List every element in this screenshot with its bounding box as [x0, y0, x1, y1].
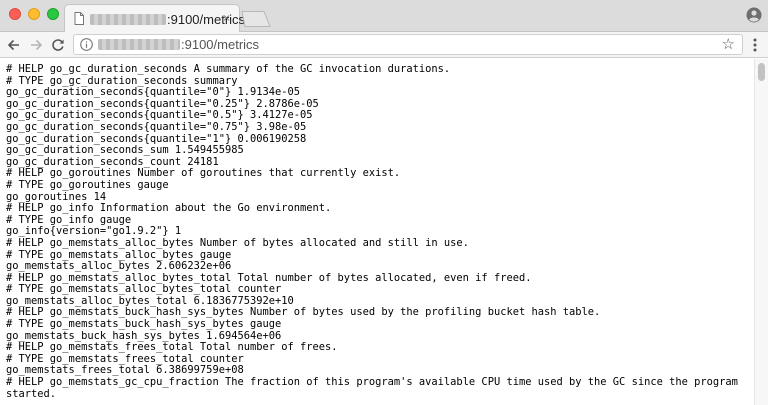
- tab-close-button[interactable]: ×: [223, 11, 230, 25]
- reload-icon[interactable]: [50, 37, 66, 53]
- kebab-menu-icon[interactable]: [748, 37, 762, 53]
- arrow-right-icon[interactable]: [28, 37, 44, 53]
- tab-title: :9100/metrics: [90, 12, 245, 27]
- arrow-left-icon[interactable]: [6, 37, 22, 53]
- metric-type-line: # TYPE go_memstats_buck_hash_sys_bytes g…: [6, 318, 282, 331]
- document-icon: [74, 12, 84, 25]
- address-url[interactable]: :9100/metrics: [98, 37, 259, 52]
- metric-help-line: # HELP go_memstats_gc_cpu_fraction The f…: [6, 376, 738, 389]
- page-content: # HELP go_gc_duration_seconds A summary …: [0, 59, 754, 405]
- metric-type-line: # TYPE go_goroutines gauge: [6, 178, 169, 191]
- redacted-host: [90, 14, 166, 25]
- toolbar: :9100/metrics ☆: [0, 32, 768, 58]
- address-bar[interactable]: :9100/metrics ☆: [73, 34, 743, 55]
- tab-strip: :9100/metrics ×: [0, 0, 768, 32]
- info-icon[interactable]: [80, 38, 93, 51]
- new-tab-button[interactable]: [241, 11, 271, 27]
- scrollbar-thumb[interactable]: [758, 63, 765, 81]
- zoom-window-button[interactable]: [47, 8, 59, 20]
- metric-sample-line: go_gc_duration_seconds{quantile="0.75"} …: [6, 120, 307, 133]
- close-window-button[interactable]: [9, 8, 21, 20]
- minimize-window-button[interactable]: [28, 8, 40, 20]
- metric-sample-line: go_gc_duration_seconds_sum 1.549455985: [6, 144, 244, 157]
- profile-icon[interactable]: [746, 7, 762, 23]
- metrics-text: # HELP go_gc_duration_seconds A summary …: [0, 59, 754, 400]
- vertical-scrollbar[interactable]: [754, 59, 768, 405]
- star-icon[interactable]: ☆: [722, 35, 735, 54]
- metric-sample-line: started.: [6, 387, 57, 400]
- metric-sample-line: go_memstats_alloc_bytes 2.606232e+06: [6, 260, 232, 273]
- tab-metrics[interactable]: :9100/metrics ×: [64, 4, 245, 32]
- redacted-host: [98, 39, 180, 50]
- metric-help-line: # HELP go_info Information about the Go …: [6, 202, 332, 215]
- metric-help-line: # HELP go_gc_duration_seconds A summary …: [6, 63, 451, 75]
- metric-help-line: # HELP go_memstats_alloc_bytes Number of…: [6, 236, 469, 249]
